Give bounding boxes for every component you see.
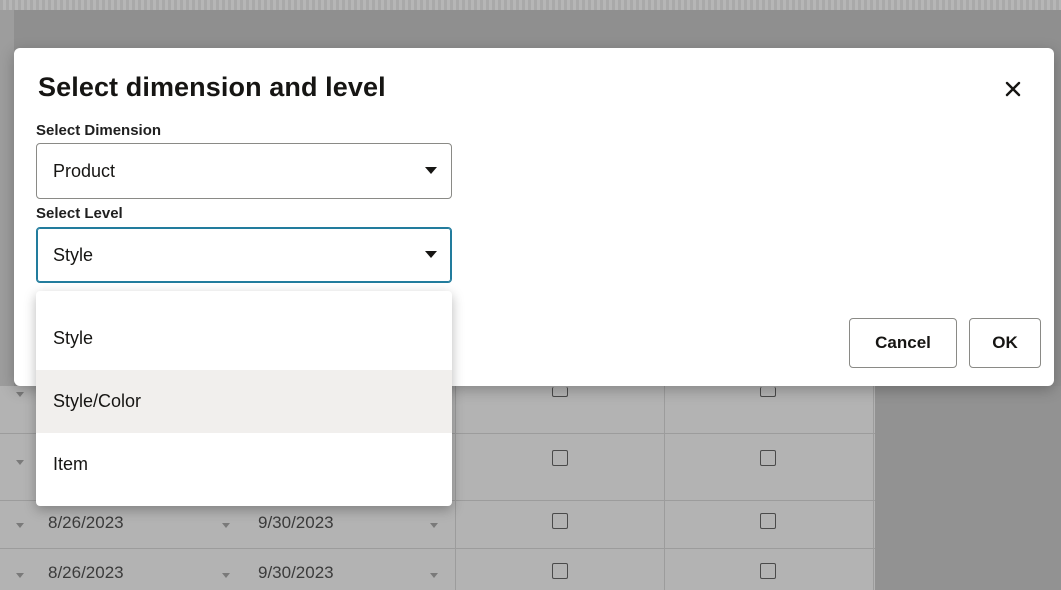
- row-chevron-down-icon[interactable]: [16, 523, 24, 528]
- grid-checkbox[interactable]: [760, 563, 776, 579]
- select-dimension-label: Select Dimension: [36, 122, 162, 139]
- end-date-chevron-down-icon[interactable]: [430, 523, 438, 528]
- caret-down-icon: [425, 251, 437, 258]
- select-level-dropdown[interactable]: Style: [36, 227, 452, 283]
- start-date-chevron-down-icon[interactable]: [222, 573, 230, 578]
- start-date-cell[interactable]: 8/26/2023: [48, 513, 124, 533]
- grid-col-divider: [873, 386, 874, 590]
- select-level-value: Style: [53, 245, 94, 265]
- grid-col-divider: [664, 386, 665, 590]
- select-level-label: Select Level: [36, 205, 123, 222]
- grid-checkbox[interactable]: [552, 450, 568, 466]
- select-dimension-dropdown[interactable]: Product: [36, 143, 452, 199]
- grid-checkbox[interactable]: [552, 513, 568, 529]
- start-date-chevron-down-icon[interactable]: [222, 523, 230, 528]
- grid-checkbox[interactable]: [552, 563, 568, 579]
- grid-row-divider: [0, 548, 875, 549]
- row-chevron-down-icon[interactable]: [16, 573, 24, 578]
- level-option-item[interactable]: Item: [36, 433, 452, 496]
- grid-checkbox[interactable]: [760, 450, 776, 466]
- close-button[interactable]: [996, 72, 1030, 106]
- level-option-style[interactable]: Style: [36, 307, 452, 370]
- grid-col-divider: [455, 386, 456, 590]
- cancel-button[interactable]: Cancel: [849, 318, 957, 368]
- end-date-chevron-down-icon[interactable]: [430, 573, 438, 578]
- row-chevron-down-icon[interactable]: [16, 460, 24, 465]
- end-date-cell[interactable]: 9/30/2023: [258, 513, 334, 533]
- grid-checkbox[interactable]: [760, 513, 776, 529]
- grid-checkbox[interactable]: [552, 387, 568, 397]
- select-dimension-value: Product: [53, 161, 116, 181]
- start-date-cell[interactable]: 8/26/2023: [48, 563, 124, 583]
- grid-checkbox[interactable]: [760, 387, 776, 397]
- dialog-title: Select dimension and level: [38, 72, 386, 102]
- background-header-strip: [0, 0, 1061, 10]
- end-date-cell[interactable]: 9/30/2023: [258, 563, 334, 583]
- select-level-options-list: Style Style/Color Item: [36, 291, 452, 506]
- caret-down-icon: [425, 167, 437, 174]
- close-icon: [1005, 81, 1021, 97]
- row-chevron-down-icon[interactable]: [16, 392, 24, 397]
- background-empty-area: [875, 386, 1061, 590]
- ok-button[interactable]: OK: [969, 318, 1041, 368]
- level-option-style-color[interactable]: Style/Color: [36, 370, 452, 433]
- background-left-edge: [0, 10, 14, 386]
